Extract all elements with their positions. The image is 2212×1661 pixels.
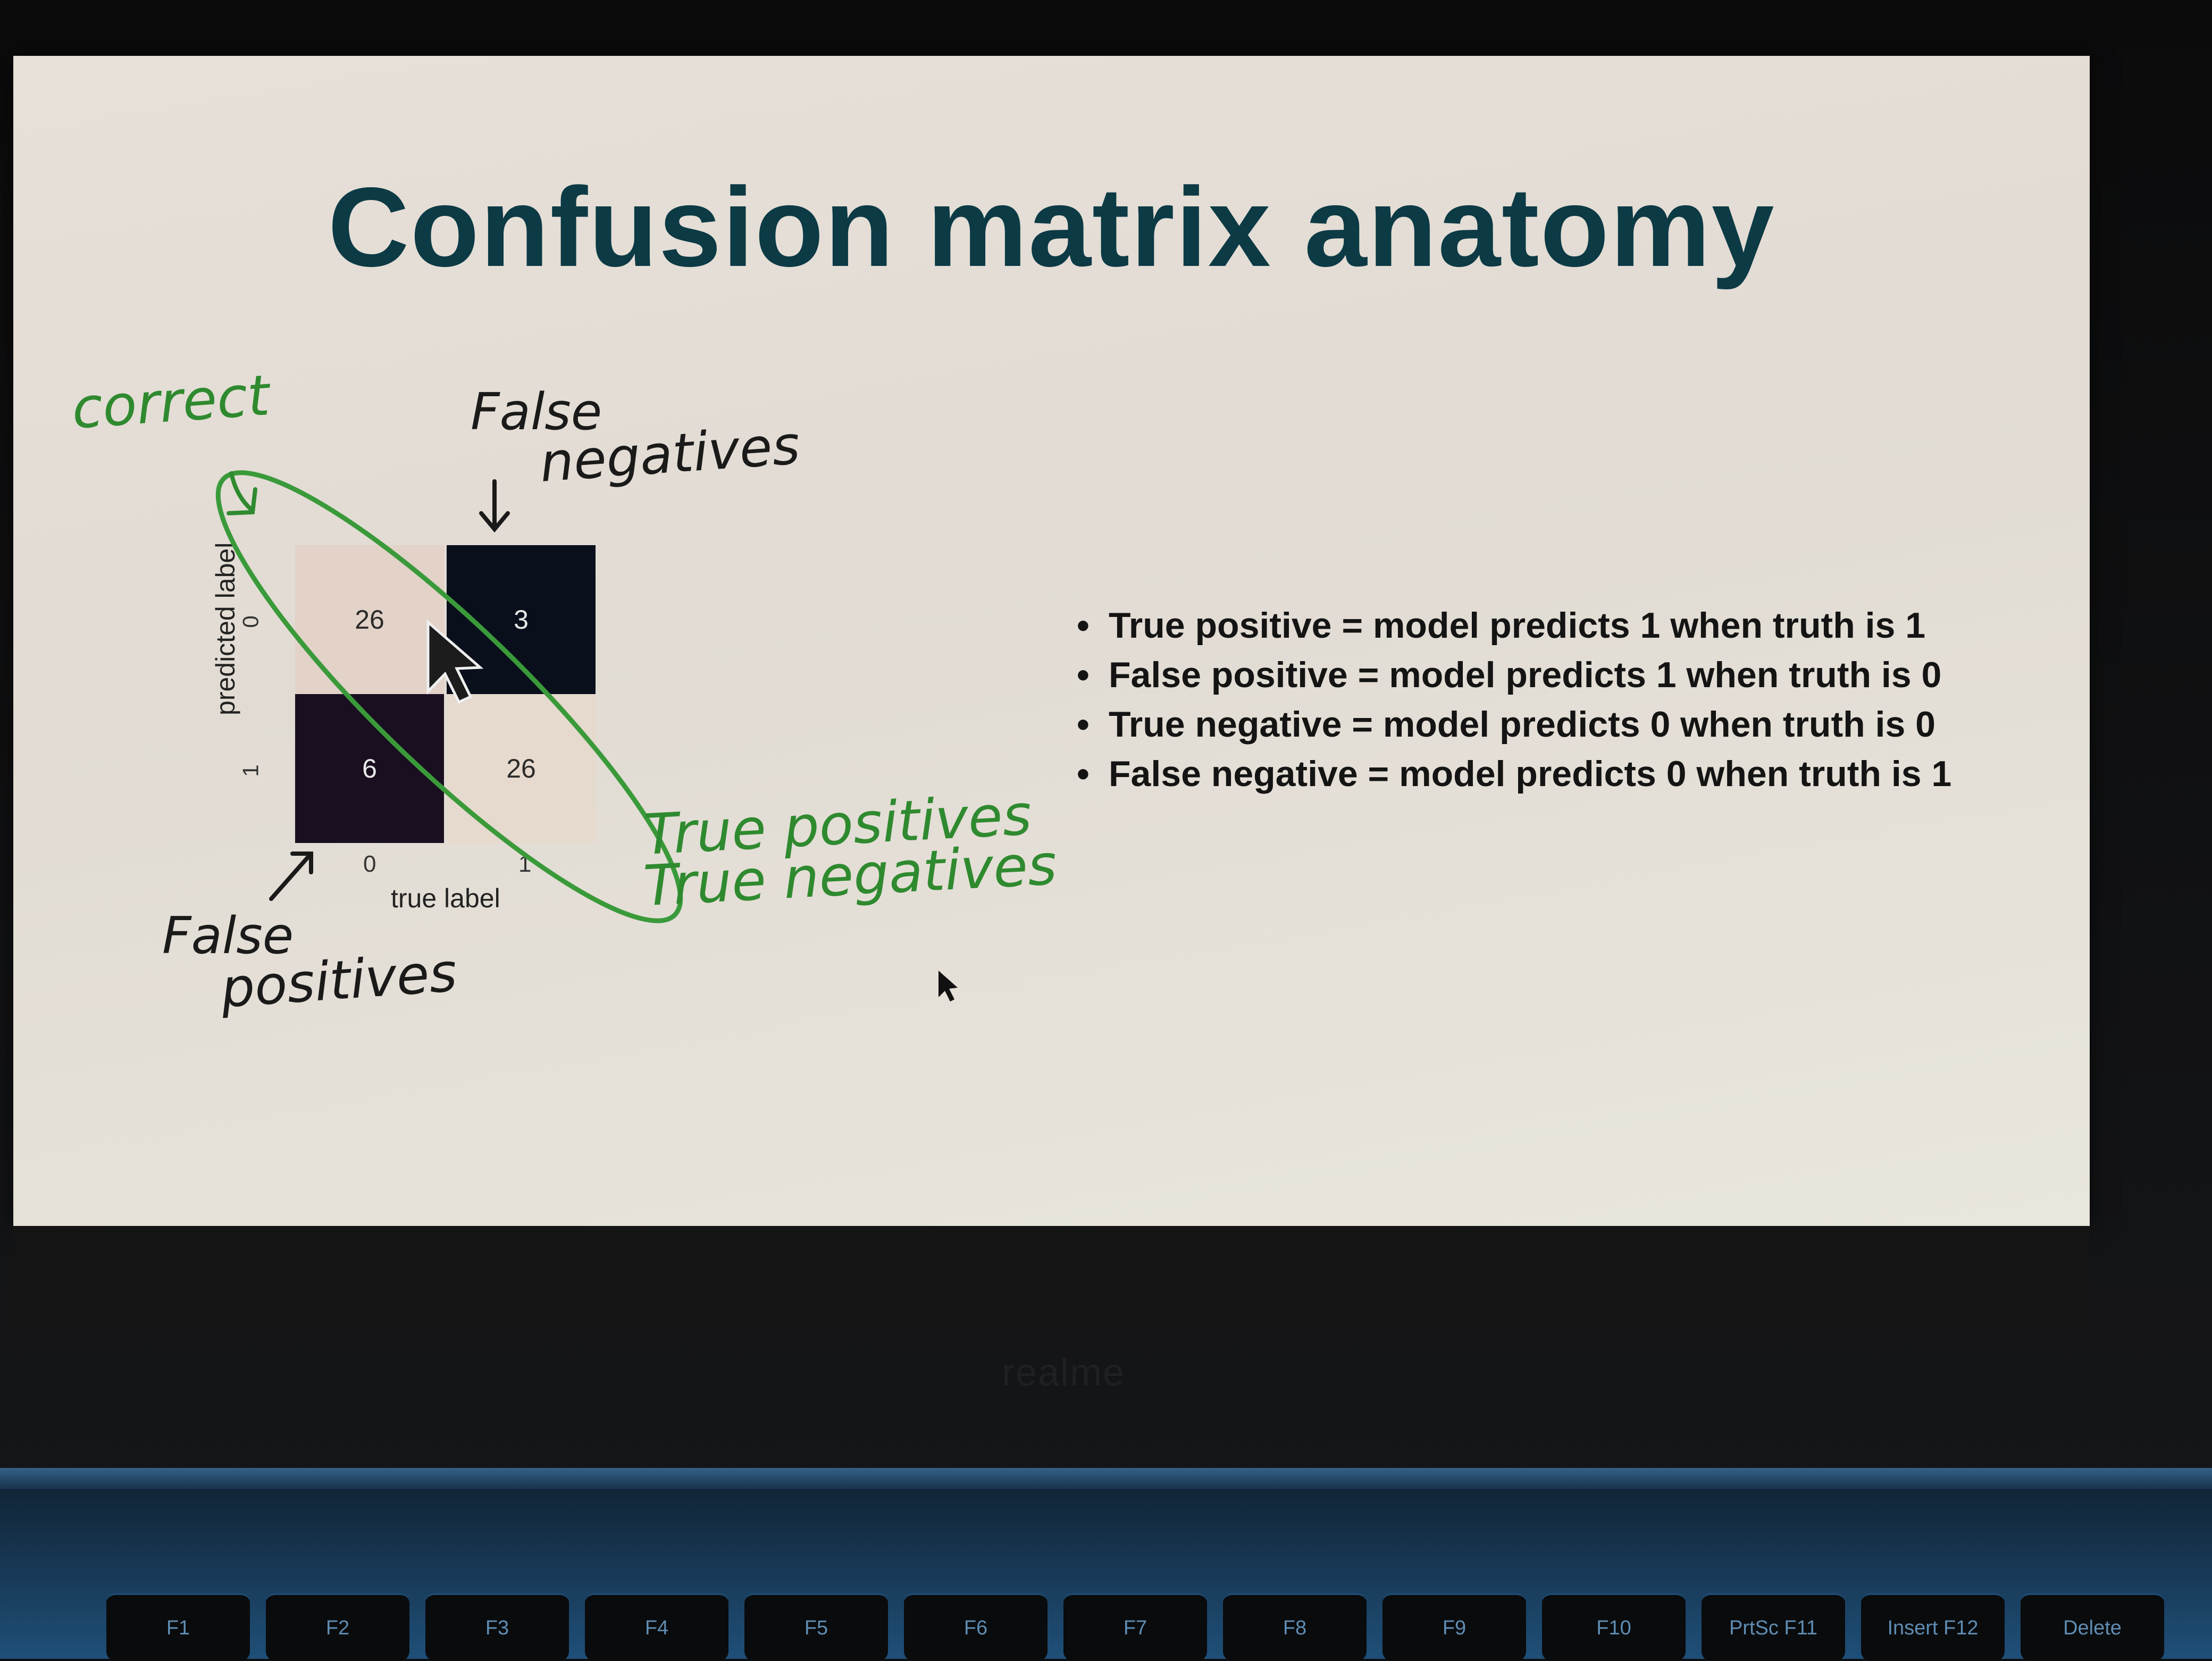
key-f3[interactable]: F3 — [425, 1593, 569, 1661]
key-f5[interactable]: F5 — [744, 1593, 888, 1661]
key-delete[interactable]: Delete — [2021, 1593, 2164, 1661]
keyboard-deck-edge — [0, 1468, 2212, 1489]
mouse-pointer-icon — [939, 971, 958, 1001]
false-positives-arrow — [269, 852, 313, 901]
brand-logo: realme — [1001, 1351, 1126, 1394]
definition-false-negative: False negative = model predicts 0 when t… — [1077, 749, 2076, 799]
definition-true-negative: True negative = model predicts 0 when tr… — [1077, 700, 2076, 749]
definition-false-positive: False positive = model predicts 1 when t… — [1077, 650, 2076, 700]
key-f12[interactable]: Insert F12 — [1861, 1593, 2005, 1661]
definitions-list: True positive = model predicts 1 when tr… — [1077, 601, 2076, 799]
key-f9[interactable]: F9 — [1382, 1593, 1526, 1661]
laptop-screen: Confusion matrix anatomy 26 3 6 26 predi… — [13, 56, 2090, 1226]
key-f11[interactable]: PrtSc F11 — [1702, 1593, 1845, 1661]
function-key-row: F1 F2 F3 F4 F5 F6 F7 F8 F9 F10 PrtSc F11… — [0, 1593, 2212, 1661]
key-f8[interactable]: F8 — [1223, 1593, 1367, 1661]
annotation-correct: correct — [70, 363, 272, 441]
correct-arrow — [227, 471, 257, 515]
key-f2[interactable]: F2 — [266, 1593, 409, 1661]
definition-true-positive: True positive = model predicts 1 when tr… — [1077, 601, 2076, 650]
false-negatives-arrow — [479, 479, 510, 533]
key-f1[interactable]: F1 — [106, 1593, 250, 1661]
cursor-arrow-icon — [426, 619, 484, 704]
key-f4[interactable]: F4 — [585, 1593, 728, 1661]
key-f10[interactable]: F10 — [1542, 1593, 1686, 1661]
correct-diagonal-ellipse — [215, 470, 683, 923]
key-f7[interactable]: F7 — [1063, 1593, 1207, 1661]
key-f6[interactable]: F6 — [904, 1593, 1048, 1661]
screen-bottom-border — [13, 1226, 2090, 1327]
